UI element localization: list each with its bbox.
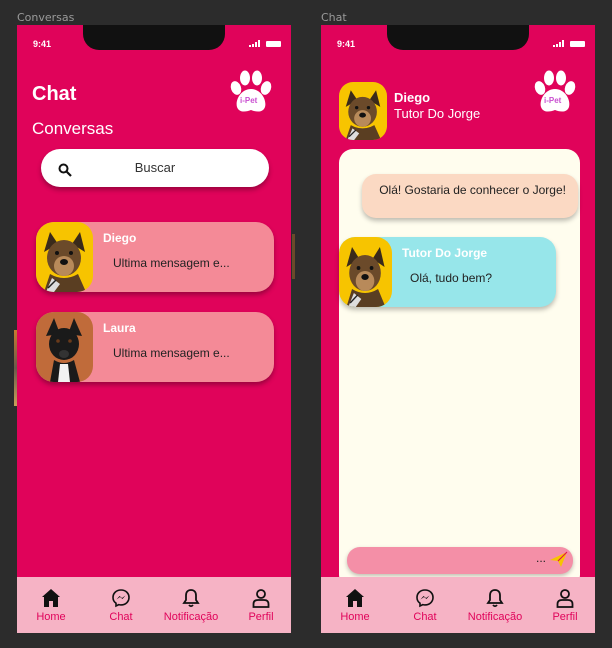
signal-icon <box>553 40 565 47</box>
ipet-logo: i-Pet <box>227 70 275 116</box>
nav-home[interactable]: Home <box>321 577 389 633</box>
conversation-preview: Ultima mensagem e... <box>113 256 230 270</box>
bell-icon <box>182 589 200 608</box>
nav-chat[interactable]: Chat <box>87 577 155 633</box>
conversation-name: Laura <box>103 321 136 335</box>
outgoing-message: Olá! Gostaria de conhecer o Jorge! <box>362 174 578 218</box>
conversation-item-laura[interactable]: Laura Ultima mensagem e... <box>36 312 274 382</box>
search-bar[interactable]: Buscar <box>41 149 269 187</box>
contact-subtitle: Tutor Do Jorge <box>394 106 481 121</box>
messenger-icon <box>416 589 434 608</box>
battery-icon <box>570 41 585 47</box>
user-icon <box>252 589 270 608</box>
conversation-item-diego[interactable]: Diego Ultima mensagem e... <box>36 222 274 292</box>
signal-icon <box>249 40 261 47</box>
conversation-name: Diego <box>103 231 137 245</box>
bottom-nav: Home Chat Notificação Perfil <box>321 577 595 633</box>
nav-label: Perfil <box>248 611 274 623</box>
message-input[interactable]: ... <box>347 547 573 574</box>
conversation-preview: Ultima mensagem e... <box>113 346 230 360</box>
contact-name: Diego <box>394 90 431 105</box>
nav-perfil[interactable]: Perfil <box>531 577 595 633</box>
status-time: 9:41 <box>337 39 356 49</box>
chat-screen: 9:41 Diego Tutor Do Jorge i-Pet Olá! Gos… <box>321 25 595 633</box>
search-input[interactable]: Buscar <box>41 160 269 175</box>
home-icon <box>346 589 364 607</box>
paw-icon <box>531 70 579 116</box>
frame-label-conversas: Conversas <box>17 11 75 24</box>
status-time: 9:41 <box>33 39 52 49</box>
notch <box>83 25 225 50</box>
notch <box>387 25 529 50</box>
nav-home[interactable]: Home <box>17 577 85 633</box>
nav-notificacao[interactable]: Notificação <box>157 577 225 633</box>
home-icon <box>42 589 60 607</box>
sender-name: Tutor Do Jorge <box>402 246 488 260</box>
message-text: Olá! Gostaria de conhecer o Jorge! <box>379 183 566 197</box>
contact-avatar[interactable] <box>339 82 387 140</box>
avatar-laura <box>36 312 93 382</box>
nav-chat[interactable]: Chat <box>391 577 459 633</box>
bell-icon <box>486 589 504 608</box>
page-title: Chat <box>32 83 77 105</box>
logo-text: i-Pet <box>240 96 258 105</box>
nav-notificacao[interactable]: Notificação <box>461 577 529 633</box>
nav-label: Perfil <box>552 611 578 623</box>
logo-text: i-Pet <box>544 96 562 105</box>
messenger-icon <box>112 589 130 608</box>
incoming-message: Tutor Do Jorge Olá, tudo bem? <box>339 237 556 307</box>
sender-avatar <box>339 237 392 307</box>
conversas-screen: 9:41 i-Pet Chat Conversas Buscar Diego U… <box>17 25 291 633</box>
message-text: Olá, tudo bem? <box>410 271 493 285</box>
paw-icon <box>227 70 275 116</box>
ipet-logo: i-Pet <box>531 70 579 116</box>
background-fragment <box>292 234 295 279</box>
user-icon <box>556 589 574 608</box>
send-icon[interactable] <box>549 551 568 568</box>
frame-label-chat: Chat <box>321 11 347 24</box>
avatar-diego <box>36 222 93 292</box>
bottom-nav: Home Chat Notificação Perfil <box>17 577 291 633</box>
page-subtitle: Conversas <box>32 119 114 138</box>
nav-perfil[interactable]: Perfil <box>227 577 291 633</box>
battery-icon <box>266 41 281 47</box>
message-input-value[interactable]: ... <box>536 551 546 565</box>
